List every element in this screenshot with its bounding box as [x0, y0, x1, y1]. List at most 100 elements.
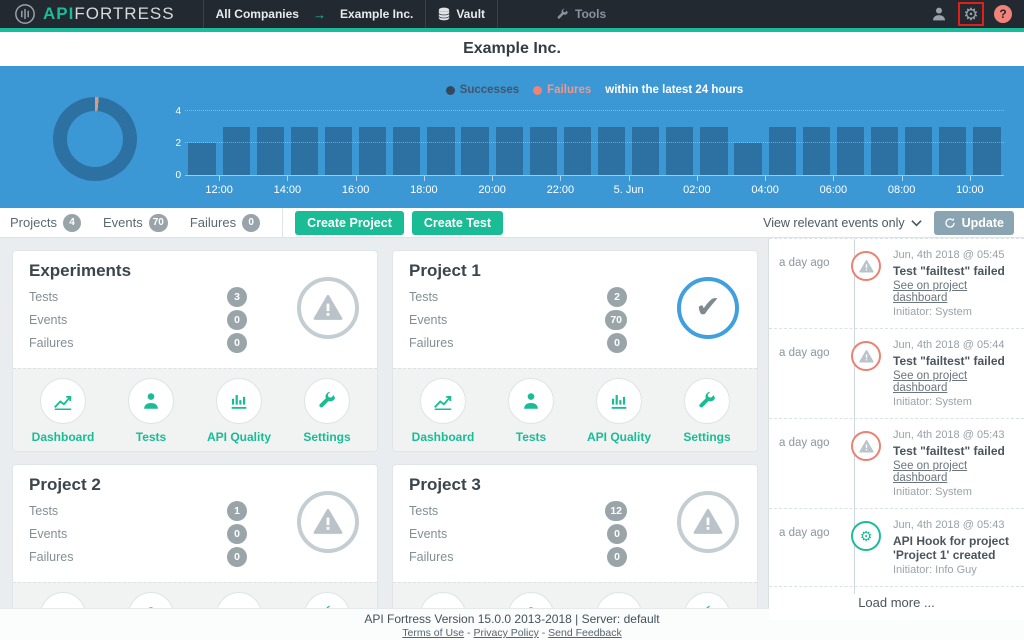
failures-label: Failures	[409, 550, 453, 564]
warning-triangle-icon	[313, 507, 343, 537]
load-more-button[interactable]: Load more ...	[769, 587, 1024, 620]
bar-slot	[902, 111, 936, 175]
link-separator: -	[542, 627, 546, 639]
counter-failures[interactable]: Failures 0	[190, 214, 260, 232]
tests-row: Tests1	[29, 501, 247, 521]
brand-logo[interactable]: APIFORTRESS	[14, 3, 175, 25]
entry-dashboard-link[interactable]: See on project dashboard	[893, 460, 1012, 484]
terms-of-use-link[interactable]: Terms of Use	[402, 627, 464, 639]
bar-slot	[356, 111, 390, 175]
settings-action-button[interactable]: Settings	[670, 378, 744, 444]
project-status-circle: ✔	[677, 277, 739, 339]
card-top: Project 2Tests1Events0Failures0	[13, 465, 377, 582]
create-test-button[interactable]: Create Test	[412, 211, 503, 235]
entry-time-ago: a day ago	[779, 339, 851, 408]
failures-label: Failures	[29, 336, 73, 350]
dashboard-action-button[interactable]: Dashboard	[406, 592, 480, 608]
success-bar	[325, 127, 352, 175]
events-filter-dropdown[interactable]: View relevant events only	[763, 216, 922, 230]
tests-action-button[interactable]: Tests	[114, 378, 188, 444]
settings-action-button[interactable]: Settings	[670, 592, 744, 608]
project-status-circle	[677, 491, 739, 553]
bar-slot	[731, 111, 765, 175]
nav-vault[interactable]: Vault	[426, 0, 497, 28]
help-button[interactable]: ?	[990, 2, 1016, 26]
legend-successes: Successes	[446, 84, 519, 96]
navbar-right: ⚙ ?	[926, 2, 1016, 26]
action-label: API Quality	[207, 430, 271, 444]
bar-slot	[492, 111, 526, 175]
dashboard-action-button[interactable]: Dashboard	[406, 378, 480, 444]
x-axis-tick-label: 18:00	[390, 184, 458, 196]
api-quality-action-button[interactable]: API Quality	[202, 378, 276, 444]
privacy-policy-link[interactable]: Privacy Policy	[473, 627, 538, 639]
api-quality-action-button[interactable]: API Quality	[582, 592, 656, 608]
bar-slot	[253, 111, 287, 175]
link-separator: -	[467, 627, 471, 639]
dashboard-action-button[interactable]: Dashboard	[26, 378, 100, 444]
create-project-button[interactable]: Create Project	[295, 211, 404, 235]
action-circle	[216, 592, 262, 608]
events-count-badge: 0	[227, 310, 247, 330]
project-card: ExperimentsTests3Events0Failures0Dashboa…	[12, 250, 378, 452]
nav-current-company[interactable]: Example Inc.	[328, 0, 425, 28]
project-name[interactable]: Project 3	[409, 475, 741, 495]
nav-divider	[497, 0, 498, 28]
card-actions: Dashboard Tests API Quality Settings	[13, 582, 377, 608]
project-name[interactable]: Project 2	[29, 475, 361, 495]
tests-action-button[interactable]: Tests	[494, 592, 568, 608]
warning-triangle-icon	[693, 507, 723, 537]
failures-counter-label: Failures	[190, 215, 236, 230]
tools-label: Tools	[575, 7, 606, 21]
project-toolbar: Projects 4 Events 70 Failures 0 Create P…	[0, 208, 1024, 238]
action-circle	[596, 592, 642, 608]
failures-count-badge: 0	[242, 214, 260, 232]
warning-triangle-icon	[313, 293, 343, 323]
settings-action-button[interactable]: Settings	[290, 378, 364, 444]
entry-dashboard-link[interactable]: See on project dashboard	[893, 280, 1012, 304]
counter-projects[interactable]: Projects 4	[10, 214, 81, 232]
refresh-icon	[944, 217, 956, 229]
tests-count-badge: 12	[605, 501, 627, 521]
entry-time-ago: a day ago	[779, 249, 851, 318]
card-actions: DashboardTests API Quality Settings	[13, 368, 377, 451]
project-card: Project 3Tests12Events0Failures0 Dashboar…	[392, 464, 758, 608]
settings-action-button[interactable]: Settings	[290, 592, 364, 608]
entry-initiator: Initiator: System	[893, 396, 1012, 408]
update-button[interactable]: Update	[934, 211, 1014, 235]
api-quality-action-button[interactable]: API Quality	[582, 378, 656, 444]
card-top: Project 3Tests12Events0Failures0	[393, 465, 757, 582]
x-axis-tick-label: 22:00	[526, 184, 594, 196]
success-bar	[803, 127, 830, 175]
api-quality-action-button[interactable]: API Quality	[202, 592, 276, 608]
tests-row: Tests2	[409, 287, 627, 307]
project-name[interactable]: Experiments	[29, 261, 361, 281]
nav-all-companies[interactable]: All Companies	[204, 0, 311, 28]
action-circle	[684, 592, 730, 608]
action-circle	[508, 592, 554, 608]
check-icon: ✔	[695, 293, 720, 323]
tests-count-badge: 2	[607, 287, 627, 307]
events-row: Events0	[29, 310, 247, 330]
counter-events[interactable]: Events 70	[103, 214, 168, 232]
dashboard-action-button[interactable]: Dashboard	[26, 592, 100, 608]
x-axis-tick-label: 12:00	[185, 184, 253, 196]
nav-tools[interactable]: Tools	[544, 0, 618, 28]
project-name[interactable]: Project 1	[409, 261, 741, 281]
tests-action-button[interactable]: Tests	[114, 592, 188, 608]
tests-label: Tests	[29, 504, 58, 518]
dashboard-icon	[432, 604, 454, 608]
action-circle	[420, 378, 466, 424]
project-status-circle	[297, 277, 359, 339]
failures-label: Failures	[409, 336, 453, 350]
bar-slot	[390, 111, 424, 175]
success-bar	[700, 127, 727, 175]
tests-action-button[interactable]: Tests	[494, 378, 568, 444]
settings-gear-button[interactable]: ⚙	[958, 2, 984, 26]
failures-row: Failures0	[29, 547, 247, 567]
success-bar	[564, 127, 591, 175]
user-account-button[interactable]	[926, 2, 952, 26]
apifortress-logo-icon	[14, 3, 36, 25]
entry-dashboard-link[interactable]: See on project dashboard	[893, 370, 1012, 394]
send-feedback-link[interactable]: Send Feedback	[548, 627, 622, 639]
